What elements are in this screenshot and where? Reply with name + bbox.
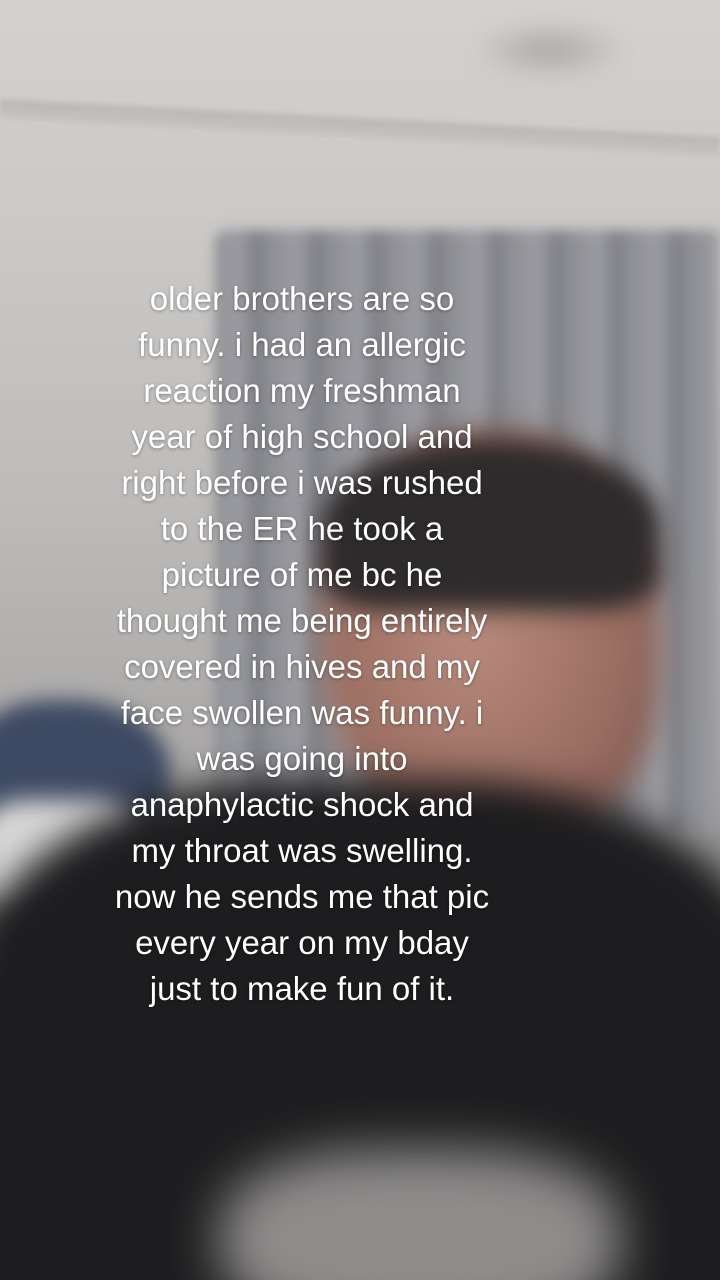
caption-line: picture of me bc he xyxy=(161,556,443,593)
caption-line: my throat was swelling. xyxy=(131,832,473,869)
caption-line: right before i was rushed xyxy=(121,464,483,501)
caption-line: thought me being entirely xyxy=(116,602,488,639)
caption-line: funny. i had an allergic xyxy=(138,326,466,363)
caption-line: now he sends me that pic xyxy=(114,878,490,915)
caption-line: just to make fun of it. xyxy=(149,970,455,1007)
caption-line: every year on my bday xyxy=(135,924,469,961)
caption-line: older brothers are so xyxy=(149,280,455,317)
caption-text: older brothers are so funny. i had an al… xyxy=(60,276,544,1012)
caption-line: to the ER he took a xyxy=(160,510,444,547)
ceiling-light xyxy=(470,20,630,80)
caption-line: reaction my freshman xyxy=(143,372,461,409)
caption-line: face swollen was funny. i xyxy=(120,694,484,731)
blanket xyxy=(220,1150,620,1280)
caption-line: was going into xyxy=(196,740,408,777)
caption-line: covered in hives and my xyxy=(124,648,480,685)
video-frame: older brothers are so funny. i had an al… xyxy=(0,0,720,1280)
caption-line: anaphylactic shock and xyxy=(130,786,474,823)
caption-line: year of high school and xyxy=(131,418,473,455)
